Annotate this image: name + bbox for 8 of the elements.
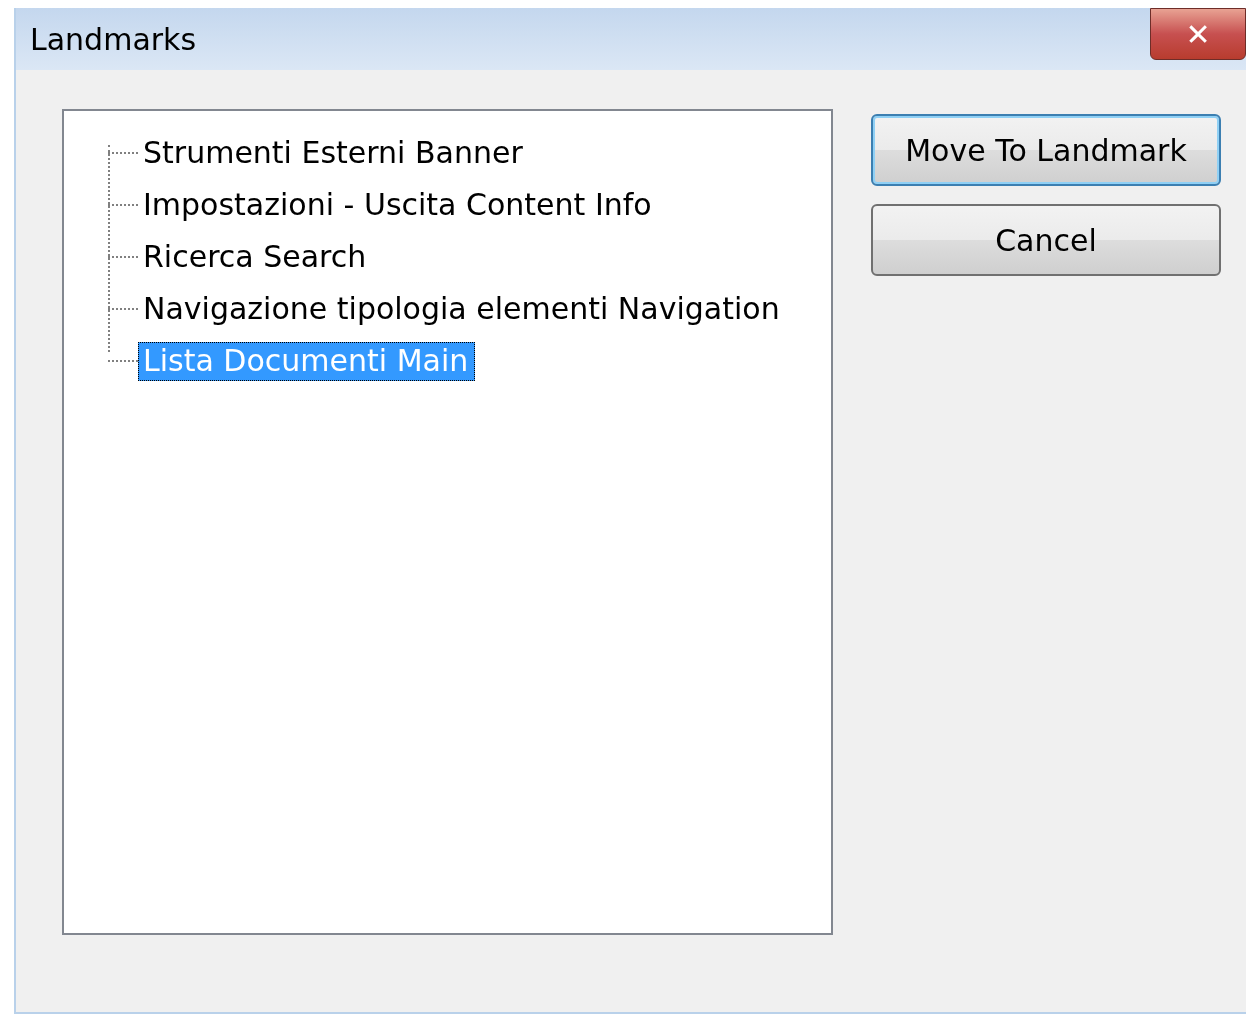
tree-item[interactable]: Navigazione tipologia elementi Navigation: [138, 289, 787, 329]
window-title: Landmarks: [30, 21, 197, 57]
tree-item[interactable]: Strumenti Esterni Banner: [138, 133, 530, 173]
tree-item[interactable]: Ricerca Search: [138, 237, 374, 277]
tree-item[interactable]: Impostazioni - Uscita Content Info: [138, 185, 659, 225]
cancel-button[interactable]: Cancel: [871, 204, 1221, 276]
close-button[interactable]: ✕: [1150, 8, 1246, 60]
move-button[interactable]: Move To Landmark: [871, 114, 1221, 186]
